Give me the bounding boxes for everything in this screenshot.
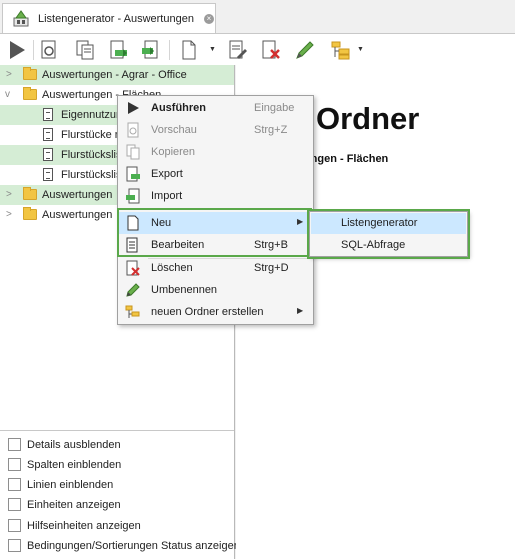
- new-document-icon: [127, 215, 139, 231]
- tree-item-label: Auswertungen: [42, 189, 113, 201]
- checkbox[interactable]: [8, 539, 21, 552]
- tab-title: Listengenerator - Auswertungen: [38, 13, 194, 25]
- menu-item-bearbeiten[interactable]: Bearbeiten Strg+B: [119, 234, 312, 256]
- checkbox[interactable]: [8, 519, 21, 532]
- rename-icon[interactable]: [294, 39, 316, 61]
- folder-icon: [23, 207, 37, 220]
- edit-icon: [126, 237, 138, 253]
- run-icon: [128, 102, 139, 114]
- checkbox[interactable]: [8, 498, 21, 511]
- tree-item[interactable]: > Auswertungen - Agrar - Office: [0, 65, 234, 85]
- new-folder-icon: [125, 305, 140, 318]
- delete-icon: [126, 260, 140, 276]
- import-icon[interactable]: [140, 39, 162, 61]
- option-hilfseinheiten-anzeigen[interactable]: Hilfseinheiten anzeigen: [8, 517, 234, 535]
- option-label: Einheiten anzeigen: [27, 499, 121, 511]
- option-label: Details ausblenden: [27, 439, 121, 451]
- submenu-item-listengenerator[interactable]: Listengenerator: [311, 213, 466, 234]
- option-spalten-einblenden[interactable]: Spalten einblenden: [8, 456, 234, 474]
- preview-icon[interactable]: [38, 39, 60, 61]
- chevron-right-icon[interactable]: >: [6, 209, 12, 220]
- folder-icon: [23, 67, 37, 80]
- context-menu: Ausführen Eingabe Vorschau Strg+Z Kopier…: [117, 95, 314, 325]
- menu-item-vorschau[interactable]: Vorschau Strg+Z: [119, 119, 312, 141]
- tree-item-label: Flurstücke n: [61, 129, 121, 141]
- tree-item-label: Flurstückslis: [61, 149, 122, 161]
- option-label: Hilfseinheiten anzeigen: [27, 520, 141, 532]
- tab-listengenerator[interactable]: Listengenerator - Auswertungen ×: [2, 3, 216, 34]
- submenu-arrow-icon: ▶: [297, 306, 304, 315]
- submenu-item-sql-abfrage[interactable]: SQL-Abfrage: [311, 235, 466, 256]
- export-icon[interactable]: [107, 39, 129, 61]
- tree-item-label: Auswertungen: [42, 209, 113, 221]
- edit-icon[interactable]: [227, 39, 249, 61]
- chevron-down-icon[interactable]: v: [5, 89, 10, 100]
- document-icon: [43, 148, 53, 161]
- tree-item-label: Auswertungen - Agrar - Office: [42, 69, 187, 81]
- menu-item-ausfuehren[interactable]: Ausführen Eingabe: [119, 97, 312, 119]
- copy-icon: [126, 144, 140, 160]
- chevron-down-icon[interactable]: ▼: [357, 46, 364, 53]
- menu-item-loeschen[interactable]: Löschen Strg+D: [119, 257, 312, 279]
- folder-open-icon: [23, 87, 37, 100]
- option-bedingungen-status[interactable]: Bedingungen/Sortierungen Status anzeigen: [8, 537, 240, 555]
- chevron-right-icon[interactable]: >: [6, 189, 12, 200]
- checkbox[interactable]: [8, 458, 21, 471]
- option-linien-einblenden[interactable]: Linien einblenden: [8, 476, 234, 494]
- copy-icon[interactable]: [74, 39, 96, 61]
- option-label: Spalten einblenden: [27, 459, 122, 471]
- new-folder-icon[interactable]: [330, 39, 352, 61]
- new-document-icon[interactable]: [178, 39, 200, 61]
- document-icon: [43, 168, 53, 181]
- tab-bar: Listengenerator - Auswertungen ×: [0, 0, 515, 34]
- menu-item-import[interactable]: Import: [119, 185, 312, 207]
- chevron-down-icon[interactable]: ▼: [209, 46, 216, 53]
- rename-icon: [126, 283, 140, 297]
- export-icon: [126, 166, 140, 182]
- import-icon: [126, 188, 140, 204]
- listengenerator-icon: [13, 10, 29, 27]
- chevron-right-icon[interactable]: >: [6, 69, 12, 80]
- menu-item-umbenennen[interactable]: Umbenennen: [119, 279, 312, 301]
- menu-item-kopieren[interactable]: Kopieren: [119, 141, 312, 163]
- option-label: Bedingungen/Sortierungen Status anzeigen: [27, 540, 240, 552]
- document-icon: [43, 108, 53, 121]
- folder-icon: [23, 187, 37, 200]
- submenu-arrow-icon: ▶: [297, 217, 304, 226]
- toolbar: ▼ ▼: [0, 34, 515, 65]
- menu-item-neu[interactable]: Neu ▶: [119, 212, 312, 234]
- run-icon[interactable]: [6, 39, 28, 61]
- checkbox[interactable]: [8, 438, 21, 451]
- option-label: Linien einblenden: [27, 479, 114, 491]
- tree-item-label: Flurstückslis: [61, 169, 122, 181]
- option-details-ausblenden[interactable]: Details ausblenden: [8, 436, 234, 454]
- detail-title: Ordner: [316, 101, 420, 136]
- option-einheiten-anzeigen[interactable]: Einheiten anzeigen: [8, 496, 234, 514]
- menu-item-export[interactable]: Export: [119, 163, 312, 185]
- preview-icon: [127, 122, 139, 138]
- close-icon[interactable]: ×: [204, 14, 214, 24]
- checkbox[interactable]: [8, 478, 21, 491]
- document-icon: [43, 128, 53, 141]
- menu-item-neuer-ordner[interactable]: neuen Ordner erstellen ▶: [119, 301, 312, 323]
- delete-icon[interactable]: [260, 39, 282, 61]
- submenu-neu: Listengenerator SQL-Abfrage: [309, 211, 468, 257]
